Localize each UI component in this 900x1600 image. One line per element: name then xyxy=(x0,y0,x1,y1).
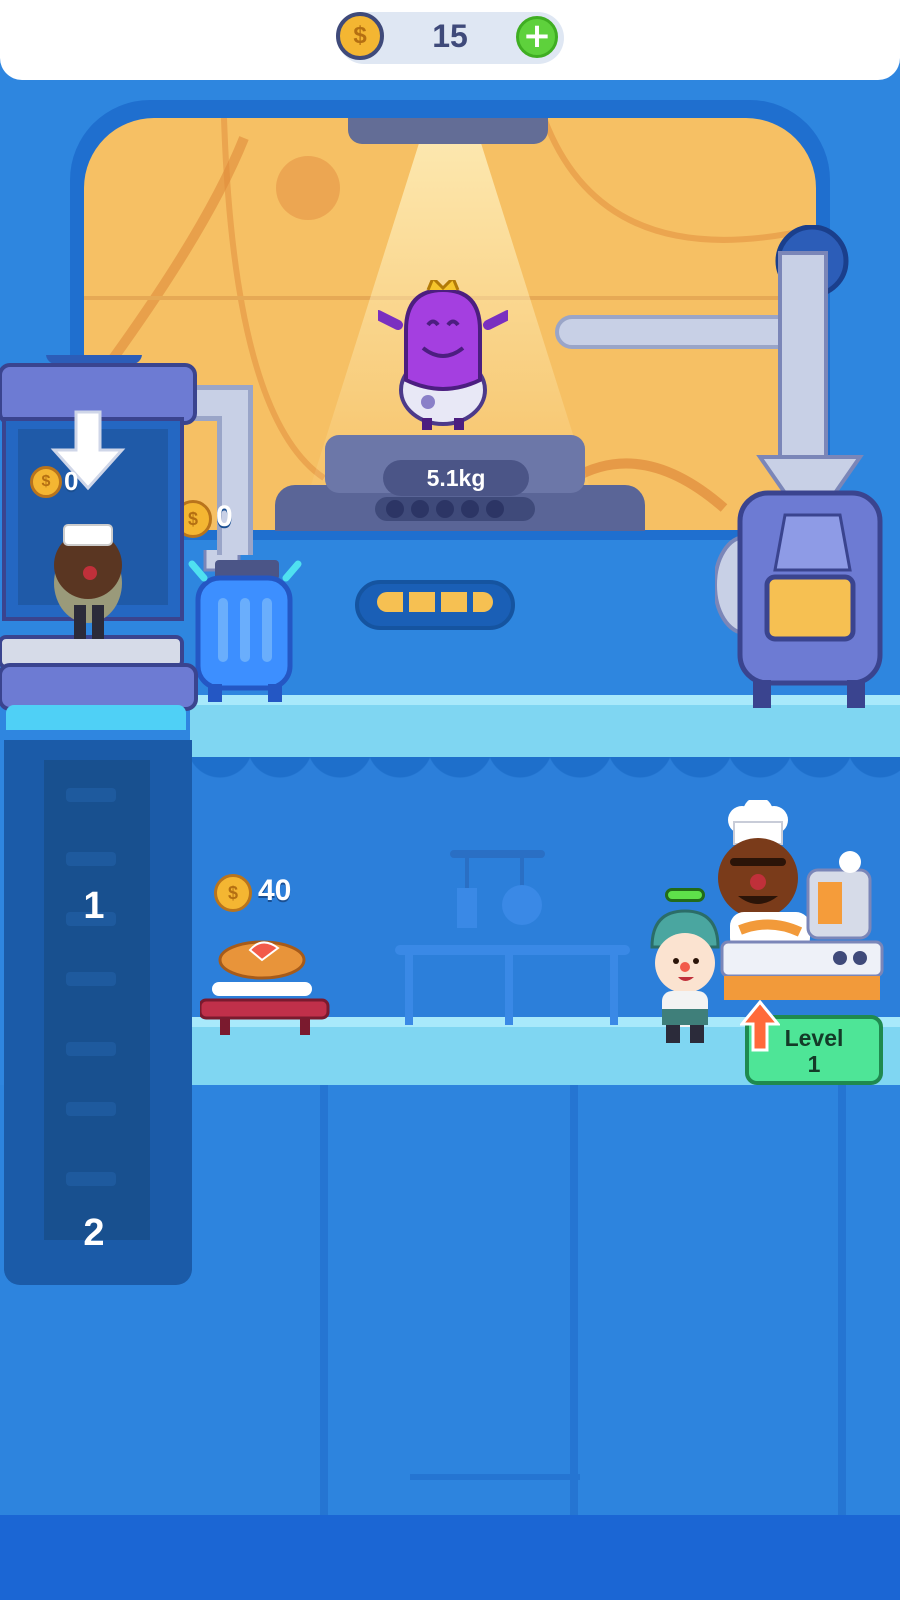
pie-coin-amount: 40 xyxy=(258,874,292,907)
purple-monster-character[interactable] xyxy=(373,275,513,430)
coin-balance: 15 xyxy=(432,18,468,54)
waiter-character[interactable] xyxy=(640,905,730,1050)
coin-icon: $ xyxy=(214,874,252,912)
wall-bar xyxy=(410,1474,580,1480)
grinder-machine[interactable] xyxy=(713,224,895,710)
ceiling-lamp xyxy=(348,118,548,144)
bottom-bar xyxy=(0,1515,900,1600)
progress-indicator xyxy=(665,888,705,902)
vent-grille xyxy=(355,580,515,630)
pie-serving-table[interactable] xyxy=(198,930,330,1035)
scalloped-curtain xyxy=(190,757,900,797)
tank-coin-amount: 0 xyxy=(216,500,233,533)
coin-icon: $ xyxy=(30,466,62,498)
wall-pillar xyxy=(838,1085,846,1515)
upgrade-arrow-icon xyxy=(738,999,782,1052)
elevator-coin-amount: 0 xyxy=(64,466,79,496)
floor-number-1: 1 xyxy=(83,885,105,927)
floor-number-2: 2 xyxy=(83,1212,105,1254)
coin-icon: $ xyxy=(336,12,384,60)
level-value: 1 xyxy=(807,1051,821,1077)
add-coins-button[interactable]: + xyxy=(516,16,558,58)
wall-pillar xyxy=(320,1085,328,1515)
wall-pillar xyxy=(570,1085,578,1515)
elevator-shaft-inner xyxy=(44,760,150,1240)
kitchen-counter-background xyxy=(395,850,630,1025)
weight-readout: 5.1kg xyxy=(383,460,529,496)
